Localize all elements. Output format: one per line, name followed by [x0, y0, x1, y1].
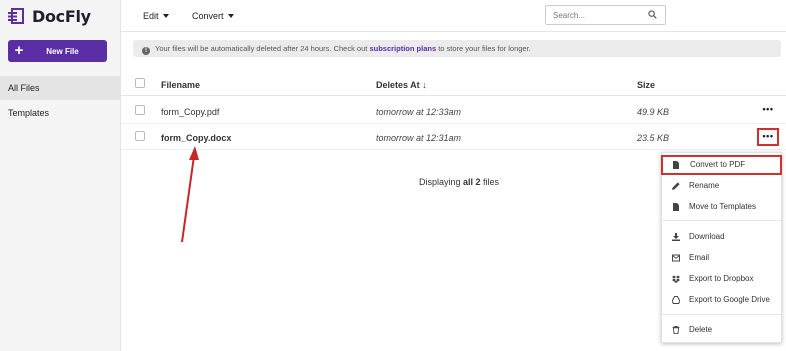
caret-down-icon — [227, 14, 234, 18]
more-options-icon[interactable]: ••• — [757, 128, 779, 146]
menu-item-label: Download — [689, 232, 725, 241]
sort-down-arrow-icon: ↓ — [422, 80, 427, 90]
menu-item-label: Rename — [689, 181, 720, 190]
file-name[interactable]: form_Copy.pdf — [161, 106, 219, 118]
retention-notice: ! Your files will be automatically delete… — [133, 40, 781, 57]
move-to-templates-menu-item[interactable]: Move to Templates — [662, 197, 781, 217]
email-menu-item[interactable]: Email — [662, 248, 781, 268]
file-size: 23.5 KB — [637, 133, 670, 143]
trash-icon — [672, 326, 680, 334]
sidebar-item-templates[interactable]: Templates — [0, 101, 120, 125]
file-size: 49.9 KB — [637, 107, 670, 117]
file-context-menu: Convert to PDF Rename Move to Templates … — [661, 152, 782, 343]
search-box — [545, 5, 666, 25]
row-checkbox[interactable] — [135, 105, 145, 115]
edit-menu-label: Edit — [143, 11, 159, 21]
delete-menu-item[interactable]: Delete — [662, 320, 781, 340]
menu-item-label: Export to Google Drive — [689, 295, 770, 304]
sidebar-item-all-files[interactable]: All Files — [0, 76, 120, 100]
file-name[interactable]: form_Copy.docx — [161, 132, 231, 144]
subscription-plans-link[interactable]: subscription plans — [369, 44, 436, 53]
caret-down-icon — [162, 14, 169, 18]
rename-menu-item[interactable]: Rename — [662, 176, 781, 196]
pencil-icon — [672, 182, 680, 190]
edit-menu[interactable]: Edit — [143, 0, 169, 32]
google-drive-icon — [672, 296, 680, 304]
deletes-at-value: tomorrow at 12:31am — [376, 133, 462, 143]
top-toolbar: Edit Convert — [121, 0, 786, 32]
sidebar: DocFly + New File All Files Templates — [0, 0, 121, 351]
menu-item-label: Convert to PDF — [690, 160, 746, 169]
menu-divider — [662, 314, 781, 315]
app-name: DocFly — [32, 6, 91, 26]
new-file-label: New File — [46, 46, 79, 56]
download-icon — [672, 233, 680, 241]
plus-icon: + — [14, 42, 24, 59]
notice-text-after: to store your files for longer. — [436, 44, 531, 53]
docfly-logo-icon — [8, 8, 24, 24]
app-logo[interactable]: DocFly — [8, 4, 91, 28]
deletes-at-value: tomorrow at 12:33am — [376, 107, 462, 117]
table-row[interactable]: form_Copy.pdf tomorrow at 12:33am 49.9 K… — [121, 98, 786, 124]
deletes-at-label: Deletes At — [376, 80, 420, 90]
convert-menu-label: Convert — [192, 11, 224, 21]
menu-item-label: Move to Templates — [689, 202, 756, 211]
more-options-icon[interactable]: ••• — [759, 104, 777, 118]
search-input[interactable] — [546, 6, 641, 24]
export-to-google-drive-menu-item[interactable]: Export to Google Drive — [662, 290, 781, 310]
file-icon — [673, 161, 679, 169]
convert-menu[interactable]: Convert — [192, 0, 234, 32]
envelope-icon — [672, 254, 680, 262]
notice-text-before: Your files will be automatically deleted… — [155, 44, 370, 53]
file-count-prefix: Displaying — [419, 177, 464, 187]
file-icon — [673, 203, 679, 211]
row-checkbox[interactable] — [135, 131, 145, 141]
dropbox-icon — [672, 275, 680, 283]
new-file-button[interactable]: + New File — [8, 40, 107, 62]
menu-item-label: Email — [689, 253, 710, 262]
menu-divider — [662, 220, 781, 221]
file-count-bold: all 2 — [463, 177, 481, 187]
convert-to-pdf-menu-item[interactable]: Convert to PDF — [661, 155, 782, 175]
menu-item-label: Delete — [689, 325, 713, 334]
table-header: Filename Deletes At ↓ Size — [121, 74, 786, 96]
info-icon: ! — [142, 47, 150, 55]
menu-item-label: Export to Dropbox — [689, 274, 754, 283]
search-icon[interactable] — [648, 10, 657, 19]
filename-header[interactable]: Filename — [161, 79, 200, 91]
export-to-dropbox-menu-item[interactable]: Export to Dropbox — [662, 269, 781, 289]
select-all-checkbox[interactable] — [135, 78, 145, 88]
deletes-at-header[interactable]: Deletes At ↓ — [376, 79, 427, 91]
file-count-status: Displaying all 2 files — [419, 177, 499, 187]
table-row[interactable]: form_Copy.docx tomorrow at 12:31am 23.5 … — [121, 124, 786, 150]
size-header[interactable]: Size — [637, 79, 655, 91]
file-count-suffix: files — [480, 177, 500, 187]
download-menu-item[interactable]: Download — [662, 227, 781, 247]
